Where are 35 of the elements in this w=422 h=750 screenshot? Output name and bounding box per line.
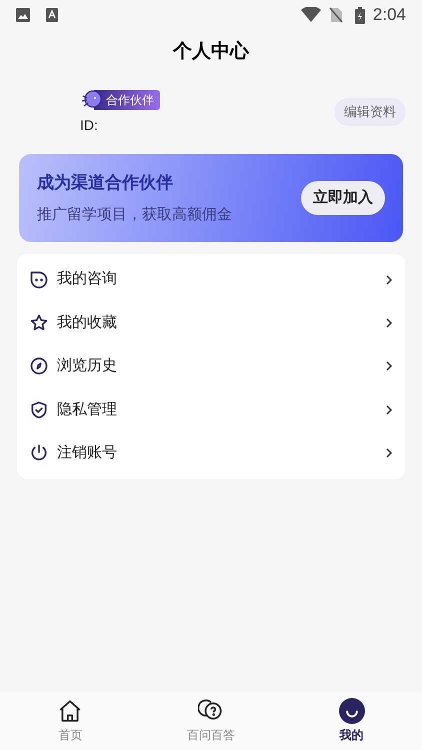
menu-label: 浏览历史 (57, 356, 117, 376)
image-icon (16, 8, 30, 22)
font-icon (46, 8, 58, 22)
shield-icon (29, 400, 49, 420)
face-icon (29, 270, 49, 290)
banner-title: 成为渠道合作伙伴 (37, 172, 174, 194)
compass-icon (29, 356, 49, 376)
chevron-right-icon (385, 404, 393, 416)
home-icon (57, 698, 84, 724)
menu-label: 我的咨询 (57, 269, 117, 290)
menu-item[interactable]: 我的咨询 (17, 258, 405, 302)
jellyfish-icon (80, 88, 102, 110)
menu-label: 隐私管理 (57, 400, 117, 420)
clock-time: 2:04 (372, 4, 406, 26)
menu-item[interactable]: 隐私管理 (17, 388, 405, 432)
smile-icon (338, 698, 365, 724)
nav-tab[interactable]: 我的 (281, 698, 422, 744)
menu-item[interactable]: 我的收藏 (17, 301, 405, 345)
menu-label: 我的收藏 (57, 312, 117, 333)
menu-item[interactable]: 浏览历史 (17, 344, 405, 388)
battery-icon (354, 6, 365, 24)
banner-subtitle: 推广留学项目，获取高额佣金 (37, 204, 233, 224)
page-title: 个人中心 (173, 40, 249, 64)
chevron-right-icon (385, 360, 393, 372)
wifi-icon (300, 7, 321, 23)
edit-profile-button[interactable]: 编辑资料 (334, 98, 406, 126)
chevron-right-icon (385, 317, 393, 330)
user-id-label: ID: (80, 116, 99, 134)
menu-item[interactable]: 注销账号 (17, 432, 405, 475)
menu-label: 注销账号 (57, 443, 117, 463)
chevron-right-icon (385, 447, 393, 460)
join-button[interactable]: 立即加入 (301, 180, 385, 216)
chevron-right-icon (385, 274, 393, 286)
power-icon (29, 443, 49, 464)
no-sim-icon (328, 7, 343, 23)
